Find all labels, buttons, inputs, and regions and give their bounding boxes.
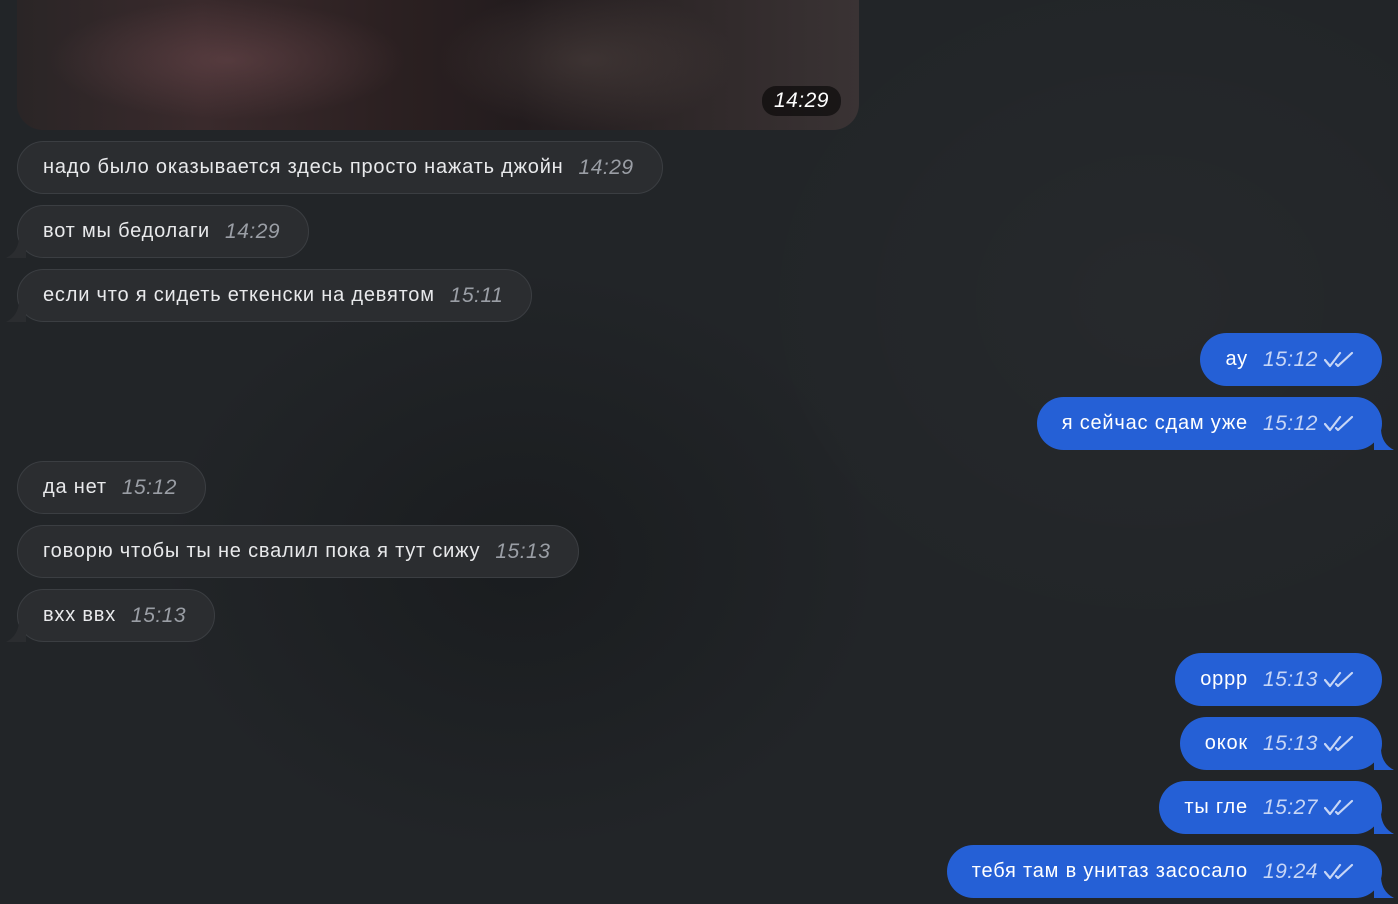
incoming-message[interactable]: вхх ввх 15:13 xyxy=(6,589,216,642)
double-check-icon xyxy=(1324,351,1354,367)
bubble-tail-icon xyxy=(1374,878,1394,898)
message-time: 15:13 xyxy=(495,539,551,563)
bubble-tail-icon xyxy=(1374,430,1394,450)
bubble-tail-icon xyxy=(6,622,26,642)
message-time: 15:13 xyxy=(1262,731,1318,755)
bubble-tail-icon xyxy=(1374,814,1394,834)
message-time: 15:13 xyxy=(131,603,187,627)
double-check-icon xyxy=(1324,799,1354,815)
message-text: да нет xyxy=(43,476,107,498)
double-check-icon xyxy=(1324,863,1354,879)
message-time: 15:12 xyxy=(1262,347,1318,371)
message-text: ау xyxy=(1225,348,1248,370)
message-time: 15:12 xyxy=(1262,411,1318,435)
message-text: вхх ввх xyxy=(43,604,117,626)
photo-blur-region xyxy=(47,0,407,120)
message-text: я сейчас сдам уже xyxy=(1061,412,1248,434)
message-text: окок xyxy=(1204,732,1248,754)
message-time: 15:13 xyxy=(1262,667,1318,691)
message-text: вот мы бедолаги xyxy=(43,220,211,242)
outgoing-message[interactable]: тебя там в унитаз засосало 19:24 xyxy=(946,845,1394,898)
message-text: если что я сидеть еткенски на девятом xyxy=(43,284,435,306)
message-time: 14:29 xyxy=(225,219,281,243)
incoming-message[interactable]: надо было оказывается здесь просто нажат… xyxy=(17,141,663,194)
message-text: говорю чтобы ты не свалил пока я тут сиж… xyxy=(43,540,481,562)
bubble-tail-icon xyxy=(1374,750,1394,770)
double-check-icon xyxy=(1324,415,1354,431)
photo-blur-region xyxy=(437,0,737,130)
outgoing-message[interactable]: ау 15:12 xyxy=(1200,333,1382,386)
double-check-icon xyxy=(1324,671,1354,687)
outgoing-message[interactable]: ты гле 15:27 xyxy=(1159,781,1394,834)
outgoing-message[interactable]: окок 15:13 xyxy=(1179,717,1394,770)
chat-area: 14:29 надо было оказывается здесь просто… xyxy=(0,0,1398,904)
outgoing-message[interactable]: оррр 15:13 xyxy=(1175,653,1382,706)
message-time: 15:11 xyxy=(449,283,504,307)
photo-timestamp: 14:29 xyxy=(761,86,841,116)
incoming-message[interactable]: да нет 15:12 xyxy=(17,461,206,514)
message-text: надо было оказывается здесь просто нажат… xyxy=(43,156,564,178)
incoming-message[interactable]: вот мы бедолаги 14:29 xyxy=(6,205,310,258)
message-text: оррр xyxy=(1200,668,1248,690)
outgoing-message[interactable]: я сейчас сдам уже 15:12 xyxy=(1036,397,1394,450)
double-check-icon xyxy=(1324,735,1354,751)
message-time: 19:24 xyxy=(1262,859,1318,883)
incoming-message[interactable]: если что я сидеть еткенски на девятом 15… xyxy=(6,269,533,322)
message-text: тебя там в унитаз засосало xyxy=(971,860,1248,882)
message-time: 15:27 xyxy=(1262,795,1318,819)
bubble-tail-icon xyxy=(6,302,26,322)
message-time: 15:12 xyxy=(121,475,177,499)
incoming-message[interactable]: говорю чтобы ты не свалил пока я тут сиж… xyxy=(17,525,580,578)
message-time: 14:29 xyxy=(578,155,634,179)
photo-message[interactable]: 14:29 xyxy=(17,0,859,130)
message-text: ты гле xyxy=(1184,796,1248,818)
bubble-tail-icon xyxy=(6,238,26,258)
